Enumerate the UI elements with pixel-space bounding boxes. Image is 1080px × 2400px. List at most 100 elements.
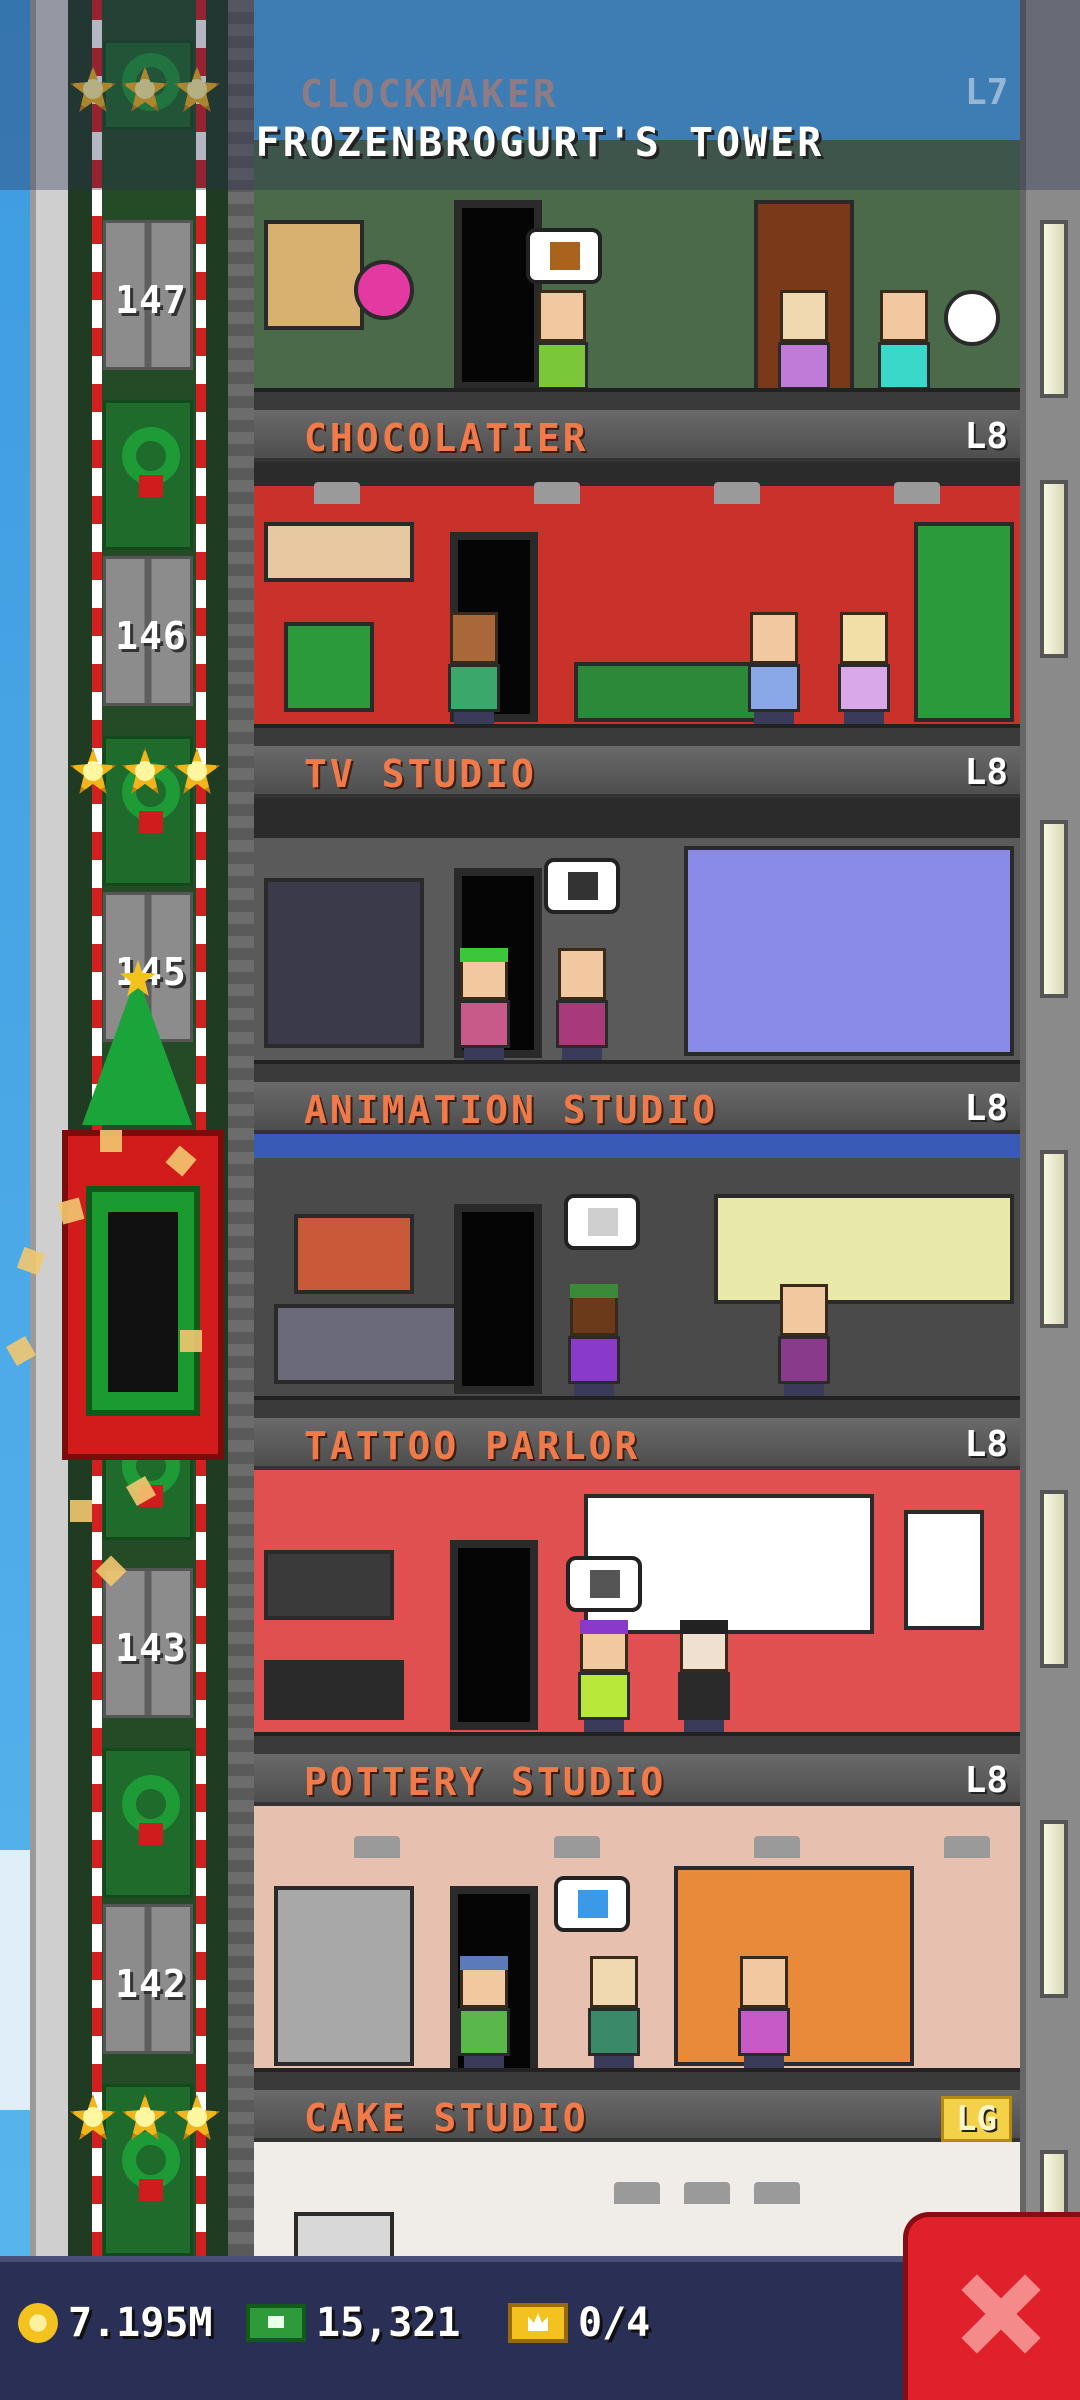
floor-ground <box>254 724 1020 746</box>
worker-body <box>678 1672 730 1720</box>
floor-label-bar: TV STUDIO L8 <box>254 746 1020 798</box>
worker[interactable] <box>444 612 504 732</box>
room-interior <box>254 1470 1020 1754</box>
floor-animation-studio[interactable]: ANIMATION STUDIO L8 <box>254 1082 1020 1418</box>
chocolate-machine <box>914 522 1014 722</box>
wall-clock <box>944 290 1000 346</box>
doorway <box>450 1540 538 1730</box>
room-interior <box>254 462 1020 746</box>
star-rating <box>70 2094 220 2140</box>
worker-body <box>458 1000 510 1048</box>
speech-bubble[interactable] <box>544 858 620 914</box>
coins-value: 7.195M <box>68 2300 213 2346</box>
worker[interactable] <box>584 1956 644 2076</box>
top-floor-level: L7 <box>965 72 1009 113</box>
worker[interactable] <box>454 1956 514 2076</box>
floor-level: L8 <box>964 1760 1008 1801</box>
worker-head <box>740 1956 788 2008</box>
bux-icon <box>246 2304 306 2342</box>
tower-header: CLOCKMAKER L7 FROZENBROGURT'S TOWER <box>0 0 1080 190</box>
animator-desk <box>274 1304 474 1384</box>
worker[interactable] <box>834 612 894 732</box>
confetti-piece <box>180 1330 202 1352</box>
floor-tattoo-parlor[interactable]: TATTOO PARLOR L8 <box>254 1418 1020 1754</box>
floor-ground <box>254 1732 1020 1754</box>
coins-counter[interactable]: 7.195M <box>18 2300 213 2346</box>
shaft-door-142[interactable]: 142 <box>103 1904 193 2054</box>
ceiling <box>254 1134 1020 1158</box>
worker[interactable] <box>574 1620 634 1740</box>
cloud <box>0 1850 30 2110</box>
shaft-door-146[interactable]: 146 <box>103 556 193 706</box>
shaft-door-143[interactable]: 143 <box>103 1568 193 1718</box>
vase-icon <box>578 1890 608 1918</box>
worker-body <box>458 2008 510 2056</box>
shaft-floor-number: 146 <box>115 614 187 658</box>
window <box>1040 820 1068 998</box>
speech-bubble[interactable] <box>554 1876 630 1932</box>
star-icon <box>122 748 168 794</box>
wall-clock <box>354 260 414 320</box>
floor-label-bar: ANIMATION STUDIO L8 <box>254 1082 1020 1134</box>
shaft-floor-number: 143 <box>115 1626 187 1670</box>
worker[interactable] <box>552 948 612 1068</box>
worker[interactable] <box>454 948 514 1068</box>
shaft-wreath-cell <box>103 1748 193 1898</box>
worker-body <box>878 342 930 390</box>
ceiling <box>254 798 1020 838</box>
elevator-car[interactable] <box>62 1130 224 1460</box>
worker-head <box>450 612 498 664</box>
control-console <box>264 878 424 1048</box>
worker-hair <box>460 1956 508 1970</box>
worker-body <box>536 342 588 390</box>
pottery-shelf <box>674 1866 914 2066</box>
framed-tattoo-design <box>904 1510 984 1630</box>
worker-head <box>840 612 888 664</box>
floor-name: TATTOO PARLOR <box>304 1424 641 1468</box>
close-button[interactable] <box>903 2212 1080 2400</box>
worker[interactable] <box>734 1956 794 2076</box>
shaft-door-147[interactable]: 147 <box>103 220 193 370</box>
speech-bubble[interactable] <box>564 1194 640 1250</box>
worker[interactable] <box>564 1284 624 1404</box>
worker[interactable] <box>674 1620 734 1740</box>
ceiling-lamp <box>354 1836 400 1858</box>
close-icon <box>960 2273 1040 2353</box>
window <box>1040 1150 1068 1328</box>
floor-ground <box>254 1396 1020 1418</box>
drawing-icon <box>588 1208 618 1236</box>
star-icon <box>122 2094 168 2140</box>
elevator-door <box>86 1186 200 1416</box>
floor-chocolatier[interactable]: CHOCOLATIER L8 <box>254 410 1020 746</box>
vip-icon <box>508 2303 568 2343</box>
vip-counter[interactable]: 0/4 <box>508 2300 650 2346</box>
window <box>1040 1820 1068 1998</box>
shaft-wreath-cell <box>103 400 193 550</box>
floor-label-bar: CAKE STUDIO LG <box>254 2090 1020 2142</box>
worker-body <box>738 2008 790 2056</box>
worker-head <box>558 948 606 1000</box>
floor-ground <box>254 1060 1020 1082</box>
star-icon <box>70 748 116 794</box>
floor-ground <box>254 388 1020 410</box>
tool-board <box>264 220 364 330</box>
bux-value: 15,321 <box>316 2300 461 2346</box>
worker[interactable] <box>744 612 804 732</box>
floor-pottery-studio[interactable]: POTTERY STUDIO L8 <box>254 1754 1020 2090</box>
ceiling-lamp <box>684 2182 730 2204</box>
bux-counter[interactable]: 15,321 <box>246 2300 461 2346</box>
ceiling-lamp <box>944 1836 990 1858</box>
tower-title: FROZENBROGURT'S TOWER <box>255 120 825 166</box>
worker[interactable] <box>774 1284 834 1404</box>
worker-body <box>556 1000 608 1048</box>
floor-tv-studio[interactable]: TV STUDIO L8 <box>254 746 1020 1082</box>
speech-bubble[interactable] <box>526 228 602 284</box>
ceiling-lamp <box>614 2182 660 2204</box>
speech-bubble[interactable] <box>566 1556 642 1612</box>
film-frames-board <box>714 1194 1014 1304</box>
star-icon <box>174 748 220 794</box>
worker-head <box>590 1956 638 2008</box>
floor-level: L8 <box>964 1088 1008 1129</box>
tattoo-chair <box>264 1660 404 1720</box>
floor-level: L8 <box>964 752 1008 793</box>
